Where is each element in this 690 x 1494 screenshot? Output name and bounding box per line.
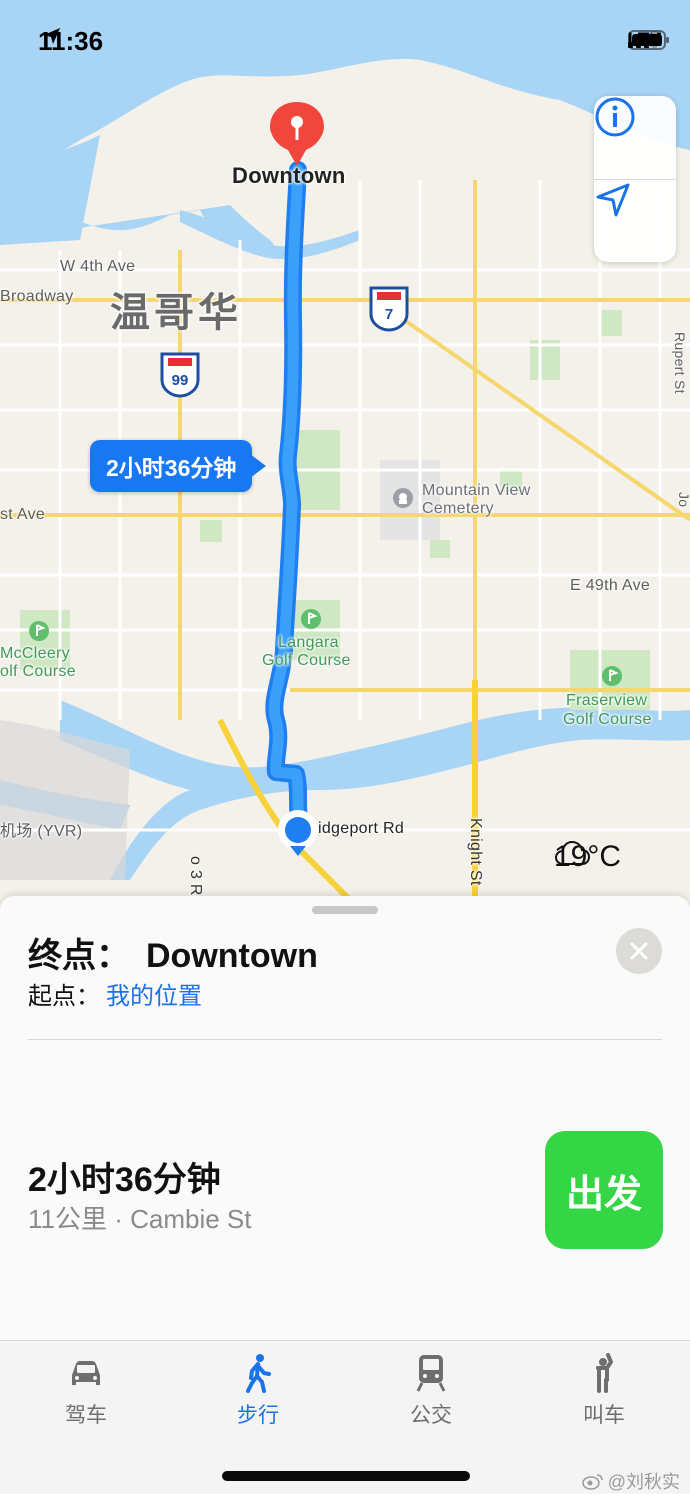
track-location-button[interactable] <box>594 179 676 262</box>
map-view[interactable]: 99 7 Downtown W 4th Ave Broadway 温哥华 Mou… <box>0 0 690 940</box>
tab-drive-label: 驾车 <box>65 1404 107 1427</box>
train-icon <box>416 1355 446 1392</box>
map-label-langara-golf: Golf Course <box>262 652 351 669</box>
walking-icon <box>246 1354 271 1393</box>
map-label-broadway: Broadway <box>0 288 74 305</box>
current-location-icon <box>278 810 318 856</box>
golf-icon <box>602 666 622 686</box>
watermark: @刘秋实 <box>581 1468 680 1494</box>
sheet-grabber[interactable] <box>312 906 378 914</box>
hail-ride-icon <box>596 1353 613 1393</box>
highway-7-shield-icon: 7 <box>369 286 409 332</box>
tab-ride-label: 叫车 <box>583 1404 625 1427</box>
destination-pin-icon[interactable] <box>268 100 326 170</box>
route-duration: 2小时36分钟 <box>28 1161 221 1199</box>
transport-tab-bar: 驾车 步行 公交 叫车 @刘秋实 <box>0 1340 690 1494</box>
map-label-mccleery-golf: olf Course <box>0 663 76 680</box>
tab-walk-label: 步行 <box>237 1404 279 1427</box>
battery-icon <box>627 30 669 50</box>
map-label-st-ave: st Ave <box>0 506 46 523</box>
destination-line: 终点： Downtown <box>28 928 318 977</box>
map-label-city: 温哥华 <box>110 291 242 335</box>
map-label-rupert: Rupert St <box>672 332 688 394</box>
watermark-text: @刘秋实 <box>607 1472 680 1492</box>
close-button[interactable] <box>616 928 662 974</box>
home-indicator[interactable] <box>222 1471 470 1481</box>
golf-icon <box>301 609 321 629</box>
map-label-e49th: E 49th Ave <box>570 577 651 594</box>
origin-prefix: 起点： <box>28 983 100 1010</box>
map-label-downtown: Downtown <box>232 163 346 188</box>
location-arrow-outline-icon <box>596 183 630 217</box>
route-time-bubble[interactable]: 2小时36分钟 <box>90 440 267 492</box>
close-icon <box>630 942 648 960</box>
hwy7-label: 7 <box>385 306 393 323</box>
status-time: 11:36 <box>38 26 103 57</box>
location-arrow-icon <box>44 28 60 44</box>
tab-transit-label: 公交 <box>410 1404 452 1427</box>
map-label-knight: Knight St <box>467 818 484 886</box>
destination-name: Downtown <box>146 937 318 975</box>
map-label-fraserview-golf: Golf Course <box>563 711 652 728</box>
weibo-logo-icon <box>581 1474 603 1490</box>
map-label-w4th: W 4th Ave <box>60 258 136 275</box>
map-label-langara: Langara <box>278 634 339 651</box>
map-label-airport: 机场 (YVR) <box>0 823 83 840</box>
map-label-cemetery: Cemetery <box>422 500 494 517</box>
route-sheet: 终点： Downtown 起点： 我的位置 2小时36分钟 11公里 · Cambi… <box>0 896 690 1340</box>
origin-link[interactable]: 我的位置 <box>106 983 202 1010</box>
tab-walk[interactable]: 步行 <box>198 1353 318 1429</box>
map-label-jo: Jo <box>676 492 690 508</box>
tab-drive[interactable]: 驾车 <box>26 1353 146 1429</box>
tab-ride[interactable]: 叫车 <box>544 1353 664 1429</box>
tab-transit[interactable]: 公交 <box>371 1353 491 1429</box>
map-label-mountain-view: Mountain View <box>422 482 531 499</box>
weather-widget: 19°C <box>554 840 621 874</box>
info-button[interactable] <box>594 96 676 179</box>
hwy99-label: 99 <box>172 372 189 389</box>
map-controls <box>594 96 676 262</box>
cemetery-icon <box>393 488 413 508</box>
map-label-fraserview: Fraserview <box>566 692 648 709</box>
golf-icon <box>29 621 49 641</box>
destination-prefix: 终点： <box>28 937 130 975</box>
sheet-divider <box>28 1039 662 1040</box>
route-meta: 11公里 · Cambie St <box>28 1204 252 1234</box>
status-indicators: LTE <box>627 30 669 52</box>
info-icon <box>595 97 635 137</box>
highway-99-shield-icon: 99 <box>160 352 200 398</box>
origin-line: 起点： 我的位置 <box>28 976 202 1011</box>
map-label-mccleery: McCleery <box>0 645 70 662</box>
map-label-bridgeport: idgeport Rd <box>318 820 405 837</box>
car-icon <box>72 1361 100 1385</box>
cloud-icon <box>554 840 590 865</box>
go-button[interactable]: 出发 <box>545 1131 663 1249</box>
